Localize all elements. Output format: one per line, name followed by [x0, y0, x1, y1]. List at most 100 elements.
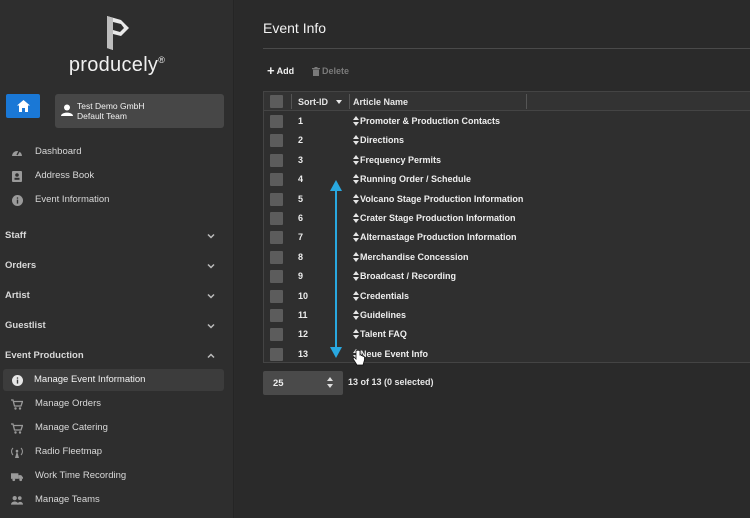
row-checkbox[interactable]	[270, 134, 283, 148]
dashboard-gauge-icon	[11, 146, 23, 158]
home-button[interactable]	[6, 94, 40, 118]
team-name: Default Team	[77, 111, 127, 121]
sidebar-item-manage-catering[interactable]: Manage Catering	[0, 417, 234, 439]
cart-icon	[11, 422, 23, 434]
table-row[interactable]: 1 Promoter & Production Contacts	[264, 112, 750, 131]
row-checkbox[interactable]	[270, 309, 283, 322]
row-article-name: Crater Stage Production Information	[360, 213, 516, 223]
sidebar-item-dashboard[interactable]: Dashboard	[0, 141, 234, 163]
row-sort-id: 11	[298, 310, 308, 320]
producely-logo-icon	[107, 16, 129, 50]
hand-cursor-icon	[352, 350, 365, 366]
row-sort-id: 13	[298, 348, 309, 359]
row-checkbox[interactable]	[270, 173, 283, 187]
sidebar-item-manage-orders[interactable]: Manage Orders	[0, 393, 234, 415]
chevron-down-icon	[207, 293, 215, 299]
column-header-article-name[interactable]: Article Name	[353, 97, 408, 107]
sidebar-item-manage-event-information[interactable]: Manage Event Information	[3, 369, 224, 391]
user-icon	[61, 104, 73, 116]
drag-reorder-arrow-icon	[330, 180, 342, 358]
row-checkbox[interactable]	[270, 115, 283, 128]
row-article-name: Directions	[360, 135, 405, 146]
drag-handle-icon[interactable]	[353, 310, 359, 320]
row-sort-id: 3	[298, 154, 304, 165]
sidebar-item-radio-fleetmap[interactable]: Radio Fleetmap	[0, 441, 234, 463]
drag-handle-icon[interactable]	[353, 329, 359, 340]
column-separator	[291, 94, 292, 109]
row-article-name: Broadcast / Recording	[360, 271, 457, 282]
users-icon	[11, 494, 23, 506]
team-switcher[interactable]: Test Demo GmbH Default Team	[55, 94, 224, 128]
sidebar-item-event-information[interactable]: Event Information	[0, 189, 234, 211]
row-article-name: Neue Event Info	[360, 348, 429, 359]
select-updown-icon	[327, 377, 333, 388]
drag-handle-icon[interactable]	[353, 116, 359, 126]
table-row[interactable]: 3 Frequency Permits	[264, 151, 750, 170]
row-article-name: Frequency Permits	[360, 154, 442, 165]
row-article-name: Alternastage Production Information	[360, 232, 517, 243]
table-header: Sort-ID Article Name	[264, 92, 750, 111]
row-checkbox[interactable]	[270, 328, 283, 342]
page-title: Event Info	[263, 20, 327, 36]
drag-handle-icon[interactable]	[353, 232, 359, 243]
truck-clock-icon	[11, 470, 23, 482]
info-circle-icon	[11, 194, 23, 206]
row-article-name: Promoter & Production Contacts	[360, 116, 501, 126]
sidebar-section-guestlist[interactable]: Guestlist	[0, 315, 234, 337]
row-checkbox[interactable]	[270, 347, 283, 361]
row-sort-id: 1	[298, 116, 304, 126]
delete-button[interactable]: Delete	[312, 66, 349, 76]
sidebar-item-address-book[interactable]: Address Book	[0, 165, 234, 187]
row-checkbox[interactable]	[270, 250, 283, 264]
sidebar: producely® Test Demo GmbH Default Team D…	[0, 0, 234, 518]
row-checkbox[interactable]	[270, 289, 283, 303]
main-content: Event Info + Add Delete Sort-ID Article …	[235, 0, 750, 518]
cart-icon	[11, 398, 23, 410]
row-sort-id: 10	[298, 290, 309, 301]
sidebar-section-staff[interactable]: Staff	[0, 225, 234, 247]
row-sort-id: 8	[298, 251, 304, 262]
plus-icon: +	[267, 63, 275, 78]
drag-handle-icon[interactable]	[353, 251, 359, 262]
row-sort-id: 12	[298, 329, 309, 340]
add-button[interactable]: + Add	[267, 63, 294, 78]
chevron-up-icon	[207, 353, 215, 359]
row-article-name: Talent FAQ	[360, 329, 407, 340]
sidebar-section-event-production[interactable]: Event Production	[0, 345, 234, 367]
sidebar-section-orders[interactable]: Orders	[0, 255, 234, 277]
chevron-down-icon	[207, 323, 215, 329]
row-article-name: Merchandise Concession	[360, 251, 469, 262]
drag-handle-icon[interactable]	[353, 135, 359, 146]
title-divider	[263, 48, 750, 49]
page-size-select[interactable]: 25	[263, 371, 343, 395]
column-header-sort-id[interactable]: Sort-ID	[298, 97, 328, 107]
row-sort-id: 9	[298, 271, 304, 282]
table-row[interactable]: 2 Directions	[264, 131, 750, 150]
row-checkbox[interactable]	[270, 231, 283, 245]
drag-handle-icon[interactable]	[353, 290, 359, 301]
drag-handle-icon[interactable]	[353, 154, 359, 165]
row-article-name: Running Order / Schedule	[360, 174, 472, 185]
address-book-icon	[11, 170, 23, 182]
row-sort-id: 4	[298, 174, 304, 185]
radio-antenna-icon	[11, 446, 23, 458]
row-checkbox[interactable]	[270, 212, 283, 225]
sidebar-item-manage-teams[interactable]: Manage Teams	[0, 489, 234, 511]
select-all-checkbox[interactable]	[270, 95, 283, 108]
drag-handle-icon[interactable]	[353, 213, 359, 223]
sidebar-item-work-time-recording[interactable]: Work Time Recording	[0, 465, 234, 487]
column-separator[interactable]	[349, 94, 350, 109]
row-checkbox[interactable]	[270, 192, 283, 206]
row-sort-id: 7	[298, 232, 304, 243]
sidebar-section-artist[interactable]: Artist	[0, 285, 234, 307]
drag-handle-icon[interactable]	[353, 271, 359, 282]
drag-handle-icon[interactable]	[353, 193, 359, 204]
row-sort-id: 2	[298, 135, 304, 146]
row-checkbox[interactable]	[270, 153, 283, 167]
column-separator[interactable]	[526, 94, 527, 109]
row-checkbox[interactable]	[270, 270, 283, 284]
team-company: Test Demo GmbH	[77, 101, 145, 111]
drag-handle-icon[interactable]	[353, 174, 359, 185]
sort-desc-icon[interactable]	[336, 100, 342, 104]
brand-logo[interactable]: producely®	[62, 14, 172, 78]
